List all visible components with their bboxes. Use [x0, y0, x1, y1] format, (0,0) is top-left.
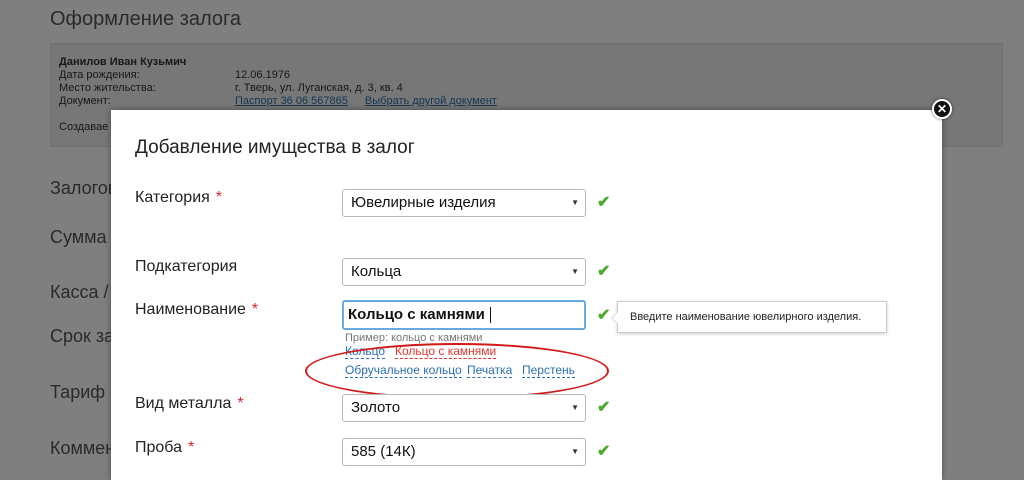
metal-value: Золото	[351, 399, 401, 416]
required-mark: *	[251, 301, 259, 318]
text-caret	[489, 307, 491, 324]
chevron-down-icon: ▼	[571, 447, 579, 456]
subcategory-select[interactable]: Кольца ▼	[342, 258, 586, 286]
name-input[interactable]: Кольцо с камнями	[342, 300, 586, 330]
check-icon: ✔	[597, 307, 611, 324]
check-icon: ✔	[597, 263, 611, 280]
subcategory-label: Подкатегория	[135, 258, 237, 276]
name-tooltip: Введите наименование ювелирного изделия.	[611, 301, 887, 333]
close-icon[interactable]: ✕	[932, 99, 952, 119]
check-icon: ✔	[597, 194, 611, 211]
add-property-modal: Добавление имущества в залог Категория * …	[111, 110, 942, 480]
assay-label: Проба *	[135, 439, 194, 457]
metal-label: Вид металла *	[135, 395, 244, 413]
subcategory-value: Кольца	[351, 263, 402, 280]
metal-select[interactable]: Золото ▼	[342, 394, 586, 422]
category-value: Ювелирные изделия	[351, 194, 496, 211]
check-icon: ✔	[597, 399, 611, 416]
chevron-down-icon: ▼	[571, 198, 579, 207]
modal-title: Добавление имущества в залог	[135, 137, 415, 158]
required-mark: *	[215, 189, 223, 206]
category-select[interactable]: Ювелирные изделия ▼	[342, 189, 586, 217]
category-label: Категория *	[135, 189, 222, 207]
assay-label-text: Проба	[135, 439, 182, 456]
name-input-value: Кольцо с камнями	[348, 306, 485, 323]
suggestion-ring[interactable]: Кольцо	[345, 345, 386, 359]
assay-value: 585 (14К)	[351, 443, 416, 460]
assay-select[interactable]: 585 (14К) ▼	[342, 438, 586, 466]
suggestion-signet[interactable]: Печатка	[467, 364, 513, 378]
suggestion-ring-with-stones[interactable]: Кольцо с камнями	[395, 345, 497, 359]
suggestion-finger-ring[interactable]: Перстень	[522, 364, 575, 378]
required-mark: *	[188, 439, 195, 456]
name-hint: Пример: кольцо с камнями	[345, 332, 483, 344]
metal-label-text: Вид металла	[135, 395, 232, 412]
chevron-down-icon: ▼	[571, 403, 579, 412]
suggestion-wedding-ring[interactable]: Обручальное кольцо	[345, 364, 462, 378]
category-label-text: Категория	[135, 189, 210, 206]
name-label-text: Наименование	[135, 301, 246, 318]
subcategory-label-text: Подкатегория	[135, 258, 238, 275]
name-label: Наименование *	[135, 301, 258, 319]
required-mark: *	[237, 395, 244, 412]
chevron-down-icon: ▼	[571, 267, 579, 276]
check-icon: ✔	[597, 443, 611, 460]
